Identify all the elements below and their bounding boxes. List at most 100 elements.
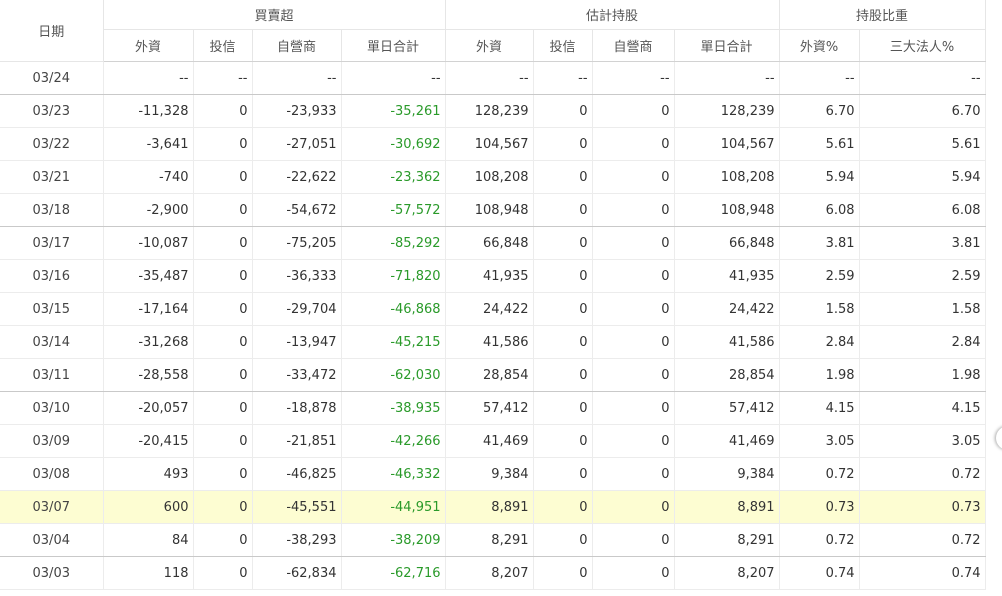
date-cell: 03/15 — [0, 292, 104, 326]
dealer-holdings-cell: 0 — [592, 523, 675, 557]
daily-total-cell: -45,215 — [341, 325, 446, 359]
big3-pct-cell: 6.08 — [859, 193, 986, 227]
daily-total-cell: -62,030 — [341, 358, 446, 392]
date-cell: 03/10 — [0, 391, 104, 425]
holdings-total-cell: 41,469 — [674, 424, 780, 458]
foreign-pct-cell: 5.94 — [779, 160, 860, 194]
trust-holdings-cell: 0 — [533, 226, 593, 260]
holdings-total-cell: -- — [674, 61, 780, 95]
trust-trade-cell: 0 — [193, 391, 253, 425]
trust-holdings-cell: 0 — [533, 127, 593, 161]
table-row: 03/23 -11,328 0 -23,933 -35,261 128,239 0 0 128,… — [0, 94, 986, 128]
table-row: 03/17 -10,087 0 -75,205 -85,292 66,848 0 0 66,84… — [0, 226, 986, 260]
date-cell: 03/09 — [0, 424, 104, 458]
foreign-pct-cell: 0.74 — [779, 556, 860, 590]
dealer-trade-cell: -27,051 — [252, 127, 342, 161]
dealer-holdings-cell: 0 — [592, 193, 675, 227]
col-foreign-pct: 外資% — [779, 29, 860, 62]
dealer-trade-cell: -62,834 — [252, 556, 342, 590]
trust-trade-cell: 0 — [193, 127, 253, 161]
trust-holdings-cell: 0 — [533, 292, 593, 326]
daily-total-cell: -46,332 — [341, 457, 446, 491]
table-row: 03/16 -35,487 0 -36,333 -71,820 41,935 0 0 41,93… — [0, 259, 986, 293]
big3-pct-cell: 2.84 — [859, 325, 986, 359]
date-cell: 03/23 — [0, 94, 104, 128]
header-column-row: 外資 投信 自營商 單日合計 外資 投信 自營商 單日合計 外資% 三大法人% — [0, 29, 986, 62]
holdings-total-cell: 108,948 — [674, 193, 780, 227]
col-daily-total: 單日合計 — [341, 29, 446, 62]
dealer-trade-cell: -38,293 — [252, 523, 342, 557]
big3-pct-cell: 4.15 — [859, 391, 986, 425]
table-body: 03/24 -- -- -- -- -- -- -- -- -- -- 03/23 -11,328 0 -2… — [0, 61, 986, 590]
dealer-holdings-cell: 0 — [592, 556, 675, 590]
table-row: 03/07 600 0 -45,551 -44,951 8,891 0 0 8,891 0.73 0… — [0, 490, 986, 524]
foreign-pct-cell: 6.70 — [779, 94, 860, 128]
foreign-holdings-cell: 28,854 — [445, 358, 534, 392]
date-cell: 03/22 — [0, 127, 104, 161]
col-holdings-dealer: 自營商 — [592, 29, 675, 62]
trade-group-header: 買賣超 — [103, 0, 446, 30]
table-row: 03/09 -20,415 0 -21,851 -42,266 41,469 0 0 41,46… — [0, 424, 986, 458]
scroll-handle[interactable] — [996, 426, 1002, 450]
dealer-holdings-cell: 0 — [592, 127, 675, 161]
foreign-holdings-cell: 8,207 — [445, 556, 534, 590]
trust-holdings-cell: 0 — [533, 94, 593, 128]
dealer-trade-cell: -13,947 — [252, 325, 342, 359]
foreign-holdings-cell: 108,208 — [445, 160, 534, 194]
holdings-total-cell: 108,208 — [674, 160, 780, 194]
holdings-total-cell: 9,384 — [674, 457, 780, 491]
holdings-group-header: 估計持股 — [445, 0, 780, 30]
foreign-pct-cell: 0.72 — [779, 457, 860, 491]
dealer-trade-cell: -36,333 — [252, 259, 342, 293]
foreign-trade-cell: -20,057 — [103, 391, 194, 425]
trust-holdings-cell: -- — [533, 61, 593, 95]
ratio-group-header: 持股比重 — [779, 0, 986, 30]
trust-trade-cell: 0 — [193, 292, 253, 326]
daily-total-cell: -23,362 — [341, 160, 446, 194]
daily-total-cell: -38,209 — [341, 523, 446, 557]
holdings-total-cell: 57,412 — [674, 391, 780, 425]
foreign-holdings-cell: 41,586 — [445, 325, 534, 359]
foreign-holdings-cell: 41,935 — [445, 259, 534, 293]
date-cell: 03/08 — [0, 457, 104, 491]
daily-total-cell: -44,951 — [341, 490, 446, 524]
dealer-holdings-cell: 0 — [592, 292, 675, 326]
table-row: 03/22 -3,641 0 -27,051 -30,692 104,567 0 0 104,5… — [0, 127, 986, 161]
holdings-total-cell: 24,422 — [674, 292, 780, 326]
foreign-holdings-cell: -- — [445, 61, 534, 95]
foreign-pct-cell: 4.15 — [779, 391, 860, 425]
big3-pct-cell: 1.98 — [859, 358, 986, 392]
holdings-total-cell: 8,291 — [674, 523, 780, 557]
dealer-trade-cell: -21,851 — [252, 424, 342, 458]
dealer-holdings-cell: 0 — [592, 490, 675, 524]
trust-trade-cell: 0 — [193, 457, 253, 491]
header-group-row: 日期 買賣超 估計持股 持股比重 — [0, 0, 986, 62]
daily-total-cell: -38,935 — [341, 391, 446, 425]
table-row: 03/10 -20,057 0 -18,878 -38,935 57,412 0 0 57,41… — [0, 391, 986, 425]
holdings-total-cell: 66,848 — [674, 226, 780, 260]
foreign-holdings-cell: 9,384 — [445, 457, 534, 491]
big3-pct-cell: 0.72 — [859, 457, 986, 491]
daily-total-cell: -42,266 — [341, 424, 446, 458]
col-big3-pct: 三大法人% — [859, 29, 986, 62]
dealer-holdings-cell: 0 — [592, 358, 675, 392]
date-cell: 03/04 — [0, 523, 104, 557]
foreign-trade-cell: -2,900 — [103, 193, 194, 227]
trust-trade-cell: 0 — [193, 358, 253, 392]
foreign-holdings-cell: 104,567 — [445, 127, 534, 161]
holdings-total-cell: 41,586 — [674, 325, 780, 359]
table-row: 03/21 -740 0 -22,622 -23,362 108,208 0 0 108,208… — [0, 160, 986, 194]
dealer-holdings-cell: 0 — [592, 391, 675, 425]
foreign-holdings-cell: 8,891 — [445, 490, 534, 524]
trust-holdings-cell: 0 — [533, 193, 593, 227]
foreign-trade-cell: -740 — [103, 160, 194, 194]
date-cell: 03/18 — [0, 193, 104, 227]
dealer-trade-cell: -33,472 — [252, 358, 342, 392]
dealer-holdings-cell: 0 — [592, 325, 675, 359]
daily-total-cell: -- — [341, 61, 446, 95]
big3-pct-cell: 5.61 — [859, 127, 986, 161]
trust-holdings-cell: 0 — [533, 325, 593, 359]
foreign-trade-cell: 84 — [103, 523, 194, 557]
date-cell: 03/17 — [0, 226, 104, 260]
dealer-holdings-cell: 0 — [592, 457, 675, 491]
